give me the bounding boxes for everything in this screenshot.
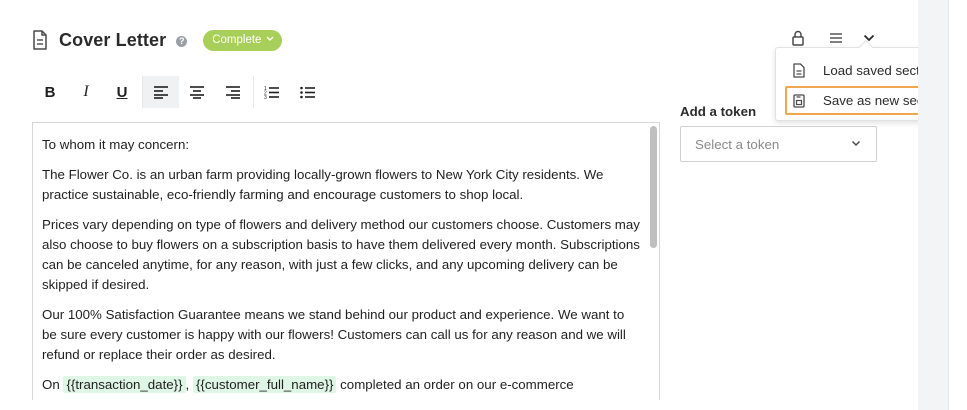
token-chip-customer-full-name[interactable]: {{customer_full_name}} <box>192 376 337 393</box>
save-icon <box>792 93 806 109</box>
paragraph: To whom it may concern: <box>42 137 190 152</box>
ordered-list-button[interactable]: 1 2 3 <box>254 76 290 108</box>
text-run: completed an order on our e-commerce <box>340 377 574 392</box>
section-header: Cover Letter ? Complete <box>32 27 283 53</box>
paragraph: Prices vary depending on type of flowers… <box>42 217 640 292</box>
underline-button[interactable]: U <box>104 76 140 108</box>
lock-icon[interactable] <box>790 30 806 46</box>
align-center-button[interactable] <box>179 76 215 108</box>
bold-button[interactable]: B <box>32 76 68 108</box>
right-gutter <box>918 0 967 410</box>
align-left-icon <box>154 86 168 99</box>
align-right-icon <box>226 86 240 99</box>
bullet-list-button[interactable] <box>290 76 326 108</box>
status-label: Complete <box>212 34 262 46</box>
add-token-label: Add a token <box>680 104 757 119</box>
chevron-down-icon <box>266 34 274 44</box>
italic-button[interactable]: I <box>68 76 104 108</box>
text-run: , <box>185 377 190 392</box>
chevron-down-icon <box>850 137 862 149</box>
align-left-button[interactable] <box>143 76 179 108</box>
document-icon <box>32 30 48 50</box>
status-dropdown[interactable]: Complete <box>203 29 283 51</box>
text-editor[interactable]: To whom it may concern: The Flower Co. i… <box>32 122 660 400</box>
formatting-toolbar: B I U 1 2 3 <box>32 76 326 108</box>
editor-scrollbar[interactable] <box>650 126 657 248</box>
document-icon <box>792 62 806 78</box>
text-run: On <box>42 377 60 392</box>
svg-text:3: 3 <box>264 95 267 99</box>
side-panel-edge <box>948 0 967 410</box>
token-select[interactable]: Select a token <box>680 126 877 162</box>
help-icon[interactable]: ? <box>176 35 188 47</box>
paragraph: On {{transaction_date}}, {{customer_full… <box>42 375 640 395</box>
token-chip-transaction-date[interactable]: {{transaction_date}} <box>63 376 186 393</box>
paragraph: Our 100% Satisfaction Guarantee means we… <box>42 307 626 362</box>
bullet-list-icon <box>300 86 315 99</box>
token-select-placeholder: Select a token <box>695 136 780 152</box>
main-panel: Cover Letter ? Complete B I U 1 2 3 To w… <box>0 0 962 410</box>
editor-content[interactable]: To whom it may concern: The Flower Co. i… <box>42 135 640 400</box>
page-title: Cover Letter <box>59 29 167 50</box>
align-center-icon <box>190 86 204 99</box>
paragraph: The Flower Co. is an urban farm providin… <box>42 167 604 202</box>
align-right-button[interactable] <box>215 76 251 108</box>
menu-icon[interactable] <box>828 30 844 46</box>
ordered-list-icon: 1 2 3 <box>264 86 279 99</box>
